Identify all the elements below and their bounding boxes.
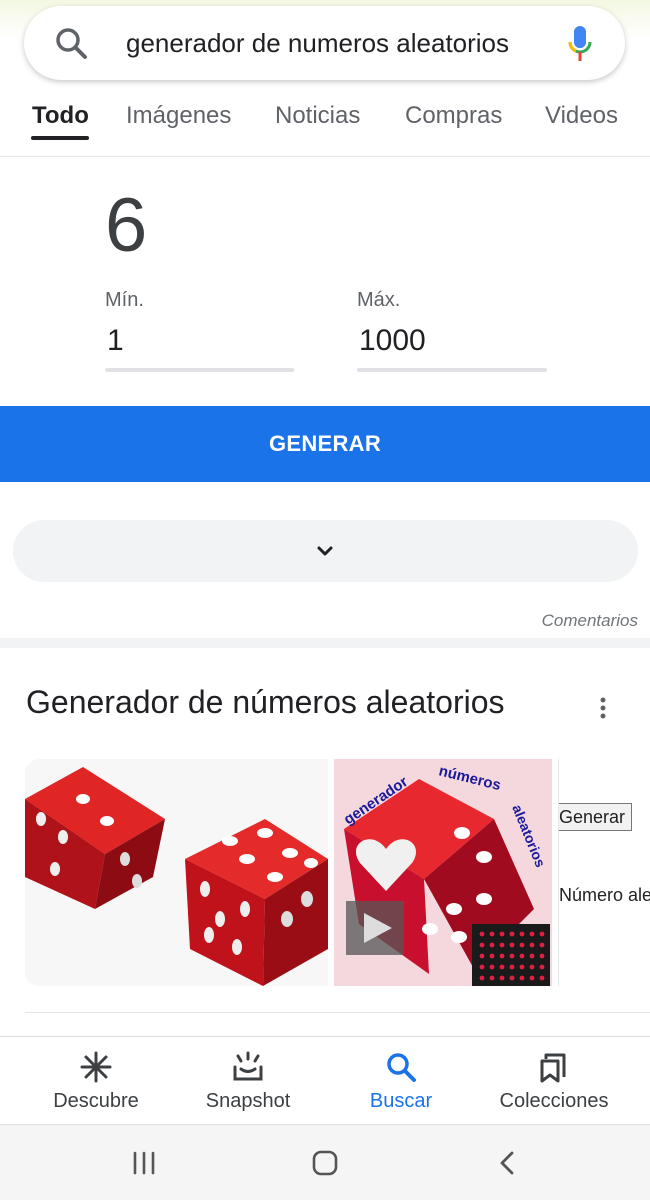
- generated-number: 6: [105, 183, 148, 268]
- nav-buscar[interactable]: Buscar: [326, 1037, 476, 1125]
- image-result-dice-logo[interactable]: generador números aleatorios: [334, 759, 552, 986]
- search-query[interactable]: generador de numeros aleatorios: [126, 6, 509, 80]
- tab-videos[interactable]: Videos: [545, 102, 618, 130]
- max-input-underline: [357, 368, 547, 372]
- tab-compras[interactable]: Compras: [405, 102, 502, 130]
- chevron-down-icon: [317, 546, 333, 556]
- search-icon: [387, 1053, 416, 1082]
- min-input[interactable]: 1: [107, 324, 124, 358]
- min-label: Mín.: [105, 289, 144, 311]
- dice-logo-image: generador números aleatorios: [341, 762, 550, 986]
- min-input-underline: [105, 368, 294, 372]
- search-header: generador de numeros aleatorios Todo Imá…: [0, 0, 650, 157]
- tab-todo[interactable]: Todo: [32, 102, 89, 130]
- tab-noticias[interactable]: Noticias: [275, 102, 360, 130]
- asterisk-icon: [80, 1051, 112, 1083]
- image-result-generator-page[interactable]: Generar Número alea: [558, 759, 650, 986]
- max-label: Máx.: [357, 289, 401, 311]
- home-icon[interactable]: [311, 1149, 339, 1177]
- thumb-word-aleatorios: aleatorios: [509, 802, 549, 870]
- nav-colecciones[interactable]: Colecciones: [479, 1037, 629, 1125]
- more-options-icon[interactable]: [596, 696, 610, 720]
- section-divider: [0, 638, 650, 648]
- microphone-icon[interactable]: [568, 24, 592, 64]
- nav-snapshot[interactable]: Snapshot: [173, 1037, 323, 1125]
- system-navigation-bar: [0, 1124, 650, 1200]
- search-icon[interactable]: [54, 26, 88, 60]
- expand-button[interactable]: [13, 520, 638, 582]
- dice-image: [25, 767, 328, 986]
- images-section-title: Generador de números aleatorios: [26, 684, 505, 720]
- max-input[interactable]: 1000: [359, 324, 426, 358]
- tab-imagenes[interactable]: Imágenes: [126, 102, 231, 130]
- image-result-dice[interactable]: [25, 759, 328, 986]
- generate-button[interactable]: GENERAR: [0, 406, 650, 482]
- image-carousel: generador números aleatorios Generar Núm…: [25, 759, 650, 986]
- thumb-numero-text: Número alea: [559, 885, 650, 905]
- snapshot-icon: [233, 1051, 263, 1081]
- active-tab-indicator: [31, 136, 89, 140]
- nav-descubre[interactable]: Descubre: [21, 1037, 171, 1125]
- recent-apps-icon[interactable]: [130, 1149, 158, 1177]
- feedback-link[interactable]: Comentarios: [542, 611, 638, 631]
- back-icon[interactable]: [494, 1149, 522, 1177]
- search-box[interactable]: generador de numeros aleatorios: [24, 6, 625, 80]
- card-divider: [25, 1012, 650, 1013]
- thumb-word-numeros: números: [437, 762, 503, 794]
- collections-icon: [540, 1053, 566, 1083]
- nav-label-descubre: Descubre: [53, 1090, 139, 1112]
- nav-label-buscar: Buscar: [369, 1090, 433, 1112]
- nav-label-snapshot: Snapshot: [205, 1090, 291, 1112]
- bottom-navigation: Descubre Snapshot Buscar Colecciones: [0, 1036, 650, 1124]
- search-tabs: Todo Imágenes Noticias Compras Videos: [0, 96, 650, 146]
- nav-label-colecciones: Colecciones: [499, 1090, 609, 1112]
- thumb-generar-button: Generar: [559, 803, 633, 831]
